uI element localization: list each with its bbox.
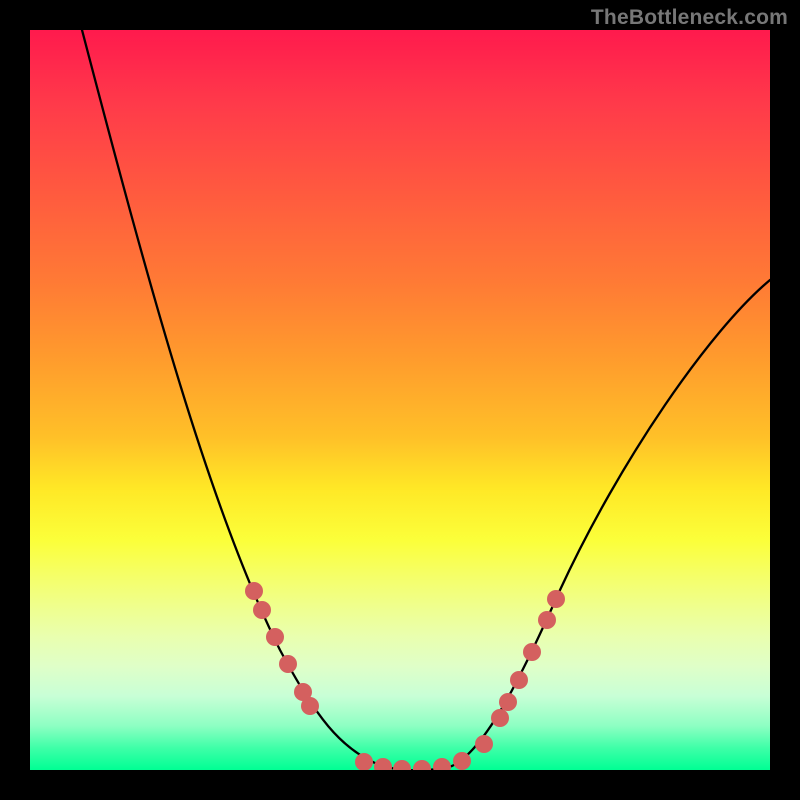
chart-area — [30, 30, 770, 770]
chart-svg — [30, 30, 770, 770]
data-point — [301, 697, 319, 715]
data-point — [491, 709, 509, 727]
data-point — [499, 693, 517, 711]
data-point — [475, 735, 493, 753]
data-point — [355, 753, 373, 770]
data-point — [245, 582, 263, 600]
data-point — [547, 590, 565, 608]
data-point — [374, 758, 392, 770]
data-point — [433, 758, 451, 770]
data-point — [253, 601, 271, 619]
data-point — [453, 752, 471, 770]
data-point — [266, 628, 284, 646]
data-points-group — [245, 582, 565, 770]
bottleneck-curve — [82, 30, 770, 770]
data-point — [538, 611, 556, 629]
data-point — [523, 643, 541, 661]
data-point — [413, 760, 431, 770]
watermark-text: TheBottleneck.com — [591, 6, 788, 30]
data-point — [510, 671, 528, 689]
data-point — [279, 655, 297, 673]
data-point — [393, 760, 411, 770]
